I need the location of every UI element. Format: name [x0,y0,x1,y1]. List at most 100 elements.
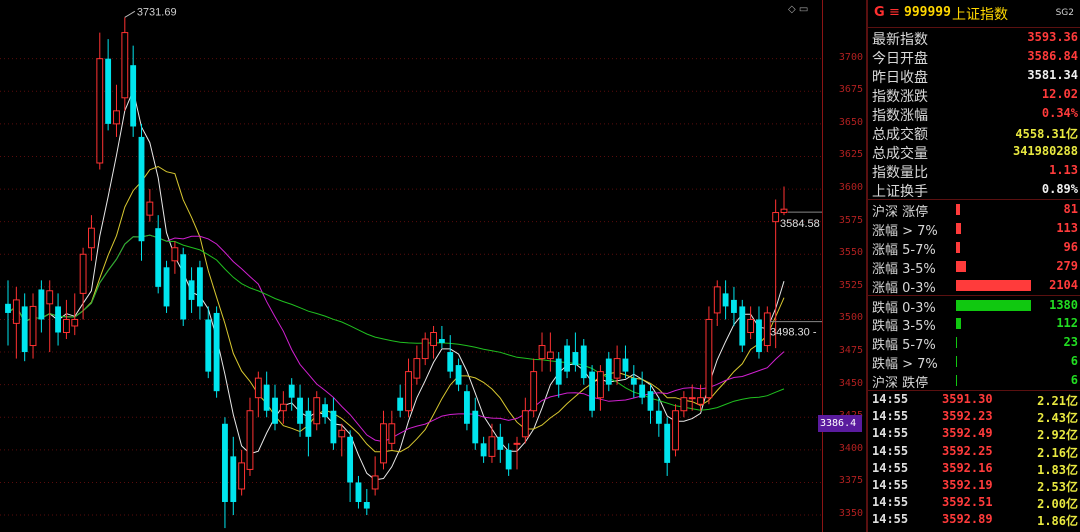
candle-body-up [62,318,70,334]
y-tick-label: 3400 [838,442,863,454]
candle-body-down [38,289,45,320]
tick-time: 14:55 [872,477,909,492]
quote-label: 总成交量 [872,146,928,162]
candle-body-up [380,423,387,464]
breadth-bar [956,204,960,215]
tick-list: 14:55 3591.30 2.21亿 14:55 3592.23 2.43亿 14:55 3… [868,390,1080,532]
candle-body-down [480,443,487,457]
candle-body-down [163,267,170,307]
tick-volume: 1.86亿 [1037,514,1078,529]
panel-header: G ≡ 999999 上证指数 SG2 [868,0,1080,28]
candle-body-down [739,306,746,346]
quote-label: 今日开盘 [872,51,928,67]
tick-row: 14:55 3592.25 2.16亿 [868,443,1080,460]
candle-body-down [664,423,671,463]
tick-time: 14:55 [872,409,909,424]
candle-body-up [747,318,755,334]
candle-body-down [580,345,587,379]
candle-body-down [605,358,612,385]
breadth-row: 沪深 涨停 81 [868,200,1080,220]
candle-body-down [722,293,729,307]
breadth-bar [956,375,957,386]
tick-time: 14:55 [872,460,909,475]
tick-volume: 2.00亿 [1037,497,1078,512]
tick-time: 14:55 [872,426,909,441]
quote-row: 指数量比 1.13 [868,161,1080,181]
candle-body-up [597,371,604,399]
candle-body-down [21,306,28,353]
ma60-line [7,234,785,411]
candle-body-down [297,397,303,424]
tick-volume: 2.21亿 [1037,394,1078,408]
breadth-value: 112 [1056,316,1078,330]
candle-body-down [5,303,11,313]
breadth-value: 1380 [1049,298,1078,312]
candle-body-up [29,305,37,347]
quote-value: 341980288 [1012,144,1078,158]
candle-body-up [171,247,179,262]
breadth-bar [956,318,961,329]
tick-volume: 1.83亿 [1037,462,1078,477]
candle-body-up [405,371,412,412]
diamond-icon[interactable]: ◇ [788,4,796,15]
candle-body-up [772,212,780,223]
window-icon[interactable]: ▭ [799,4,808,15]
candle-body-down [363,502,370,509]
candle-body-down [731,299,737,313]
candle-body-up [613,358,621,379]
y-tick-label: 3525 [838,279,863,291]
candle-body-down [230,456,237,503]
price-axis: 3700 3675 3650 3625 3600 3575 3550 3525 3500 3475… [822,0,866,532]
quote-row: 昨日收盘 3581.34 [868,66,1080,86]
market-code: G [874,5,885,20]
candle-body-down [288,384,295,398]
candle-body-down [105,58,112,124]
candle-body-down [622,358,629,372]
candle-body-up [538,345,546,360]
chart-toolbar: ◇ ▭ [788,4,808,15]
candle-body-up [488,436,496,457]
candle-body-down [497,436,504,450]
candle-body-down [438,339,445,343]
breadth-row: 涨幅 3-5% 279 [868,257,1080,277]
candle-body-down [355,482,362,503]
breadth-label: 跌幅 5-7% [872,338,936,353]
quote-value: 4558.31亿 [1015,127,1078,141]
candle-body-up [530,371,538,412]
menu-icon[interactable]: ≡ [889,5,900,20]
quote-value: 0.89% [1041,182,1078,196]
tick-volume: 2.16亿 [1037,445,1078,460]
kline-chart[interactable]: 3731.69 3584.58 3498.30 - [0,0,822,532]
breadth-list: 沪深 涨停 81 涨幅 > 7% 113 涨幅 5-7% 96 涨幅 3-5% 279 涨幅 0… [868,199,1080,391]
kline-chart-area[interactable]: 3731.69 3584.58 3498.30 - ◇ ▭ [0,0,822,532]
tick-row: 14:55 3592.89 1.86亿 [868,511,1080,528]
tick-price: 3592.16 [942,460,993,475]
quote-label: 上证换手 [872,184,928,200]
ma-value-label: 3498.30 - [770,327,817,339]
quote-value: 12.02 [1041,87,1078,101]
candle-body-down [564,345,570,372]
tick-time: 14:55 [872,392,909,406]
quote-value: 3586.84 [1027,49,1078,63]
candle-body-down [305,410,312,437]
candle-body-up [672,410,679,451]
high-marker-line [124,10,136,18]
candle-body-down [464,391,470,424]
candle-body-up [338,429,346,438]
candle-body-down [272,397,278,424]
tick-price: 3591.30 [942,392,993,406]
sg-label[interactable]: SG2 [1056,8,1074,18]
candle-body-up [121,32,129,99]
breadth-bar [956,261,966,272]
candle-body-down [455,365,462,385]
candle-body-down [138,136,145,242]
candle-body-up [413,358,421,379]
y-tick-label: 3450 [838,377,863,389]
candle-body-down [639,384,646,398]
candle-body-up [713,286,721,314]
candle-body-down [589,371,596,411]
breadth-row: 涨幅 5-7% 96 [868,238,1080,258]
breadth-label: 跌幅 > 7% [872,357,938,372]
candle-body-up [780,208,788,214]
y-tick-label: 3600 [838,182,863,194]
